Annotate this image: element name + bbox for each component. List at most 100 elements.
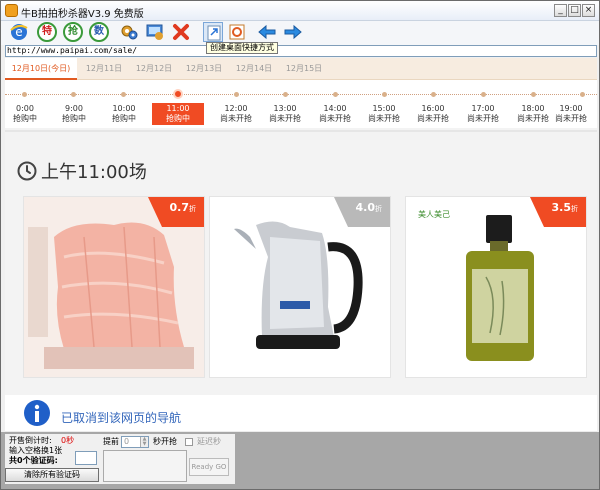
time-slot-time: 13:00 [273, 104, 297, 113]
discount-value: 0.7 [169, 201, 190, 214]
time-slot-time: 16:00 [421, 104, 445, 113]
discount-value: 4.0 [355, 201, 376, 214]
time-slot[interactable]: 14:00 尚未开抢 [309, 104, 361, 124]
time-slot-status: 尚未开抢 [467, 114, 499, 123]
time-slot-active[interactable]: 11:00 抢购中 [152, 103, 204, 125]
clock-icon [17, 161, 37, 181]
stepper-arrows-icon[interactable]: ▲ ▼ [140, 437, 148, 447]
settings-icon[interactable] [119, 22, 139, 42]
time-slot-status: 尚未开抢 [269, 114, 301, 123]
product-card[interactable]: 4.0折 [209, 196, 391, 378]
captcha-image-box [103, 450, 187, 482]
timing-panel: 提前 0 ▲ ▼ 秒开抢 延迟秒 Ready GO [99, 434, 235, 484]
time-slot[interactable]: 9:00 抢购中 [48, 104, 100, 124]
advance-label: 提前 [103, 437, 119, 446]
browser-viewport: 12月10日(今日) 12月11日 12月12日 12月13日 12月14日 1… [5, 58, 597, 432]
ready-go-button[interactable]: Ready GO [189, 458, 229, 476]
time-slot-time: 14:00 [323, 104, 347, 113]
time-slot[interactable]: 17:00 尚未开抢 [457, 104, 509, 124]
discount-unit: 折 [571, 205, 578, 213]
navigation-cancelled: 已取消到该网页的导航 [5, 395, 597, 431]
captcha-input[interactable] [75, 451, 97, 465]
time-slot-time: 17:00 [471, 104, 495, 113]
time-slot-time: 11:00 [166, 104, 190, 113]
time-slot-status: 抢购中 [62, 114, 86, 123]
time-slot-time: 15:00 [372, 104, 396, 113]
time-slot[interactable]: 12:00 尚未开抢 [210, 104, 262, 124]
time-slot-time: 19:00 [559, 104, 583, 113]
back-arrow-icon[interactable] [257, 22, 277, 42]
timeline-dot [22, 92, 27, 97]
time-slot-status: 尚未开抢 [220, 114, 252, 123]
timeline-dot [71, 92, 76, 97]
time-slot-status: 抢购中 [112, 114, 136, 123]
discount-value: 3.5 [551, 201, 572, 214]
discount-label: 4.0折 [356, 201, 383, 214]
timeline-dot [531, 92, 536, 97]
product-card[interactable]: 0.7折 [23, 196, 205, 378]
date-tab[interactable]: 12月12日 [129, 58, 179, 80]
time-slot[interactable]: 15:00 尚未开抢 [358, 104, 410, 124]
product-card[interactable]: 美人美己 3.5折 [405, 196, 587, 378]
countdown-value: 0秒 [61, 436, 75, 445]
timeline-line [5, 94, 597, 95]
time-slot-timeline: 0:00 抢购中 9:00 抢购中 10:00 抢购中 11:00 抢购中 12:00 尚… [5, 80, 597, 128]
countdown-label: 开售倒计时: [9, 436, 52, 445]
info-icon [24, 400, 50, 426]
captcha-count: 共0个验证码: [9, 456, 58, 465]
count-button[interactable]: 数 [89, 22, 109, 42]
timeline-dot-active [173, 89, 183, 99]
refresh-page-icon[interactable] [227, 22, 247, 42]
tooltip: 创建桌面快捷方式 [206, 42, 278, 54]
date-tab[interactable]: 12月13日 [179, 58, 229, 80]
space-hint: 输入空格换1张 [9, 446, 63, 455]
clear-captcha-button[interactable]: 清除所有验证码 [5, 468, 99, 482]
special-button[interactable]: 特 [37, 22, 57, 42]
time-slot-status: 抢购中 [166, 114, 190, 123]
toolbar: e 特 抢 数 [1, 21, 599, 45]
time-slot-status: 抢购中 [13, 114, 37, 123]
advance-seconds-stepper[interactable]: 0 ▲ ▼ [121, 436, 149, 448]
discount-unit: 折 [189, 205, 196, 213]
delay-label: 延迟秒 [197, 437, 221, 446]
date-tab[interactable]: 12月11日 [79, 58, 129, 80]
desktop-shortcut-icon[interactable] [203, 22, 223, 42]
time-slot[interactable]: 16:00 尚未开抢 [407, 104, 459, 124]
time-slot[interactable]: 10:00 抢购中 [98, 104, 150, 124]
timeline-dot [382, 92, 387, 97]
forward-arrow-icon[interactable] [283, 22, 303, 42]
session-title: 上午11:00场 [41, 162, 147, 183]
time-slot-status: 尚未开抢 [555, 114, 587, 123]
time-slot-time: 0:00 [16, 104, 34, 113]
discount-label: 3.5折 [552, 201, 579, 214]
time-slot[interactable]: 13:00 尚未开抢 [259, 104, 311, 124]
discount-unit: 折 [375, 205, 382, 213]
time-slot[interactable]: 0:00 抢购中 [5, 104, 51, 124]
address-bar[interactable]: http://www.paipai.com/sale/ [5, 45, 597, 57]
delete-icon[interactable] [171, 22, 191, 42]
grab-button[interactable]: 抢 [63, 22, 83, 42]
date-tab[interactable]: 12月15日 [279, 58, 329, 80]
timeline-dot [283, 92, 288, 97]
ie-icon[interactable]: e [9, 22, 29, 42]
captcha-panel: 开售倒计时: 0秒 输入空格换1张 共0个验证码: 清除所有验证码 [5, 434, 99, 484]
close-button[interactable]: × [582, 4, 595, 17]
timeline-dot [333, 92, 338, 97]
timeline-dot [580, 92, 585, 97]
timeline-dot [234, 92, 239, 97]
seconds-start-label: 秒开抢 [153, 437, 177, 446]
date-tab-today[interactable]: 12月10日(今日) [5, 58, 77, 80]
timeline-dot [431, 92, 436, 97]
app-window: 牛B拍拍秒杀器V3.9 免费版 _ □ × e 特 抢 数 创建桌面快捷方式 h… [0, 0, 600, 490]
minimize-button[interactable]: _ [554, 4, 567, 17]
settings-monitor-icon[interactable] [145, 22, 165, 42]
time-slot[interactable]: 19:00 尚未开抢 [545, 104, 597, 124]
advance-seconds-value: 0 [124, 437, 130, 446]
delay-checkbox[interactable] [185, 438, 193, 446]
title-bar: 牛B拍拍秒杀器V3.9 免费版 _ □ × [1, 1, 599, 21]
navigation-cancelled-text: 已取消到该网页的导航 [61, 411, 182, 425]
app-icon [5, 4, 18, 17]
date-tab[interactable]: 12月14日 [229, 58, 279, 80]
maximize-button[interactable]: □ [568, 4, 581, 17]
time-slot-time: 12:00 [224, 104, 248, 113]
